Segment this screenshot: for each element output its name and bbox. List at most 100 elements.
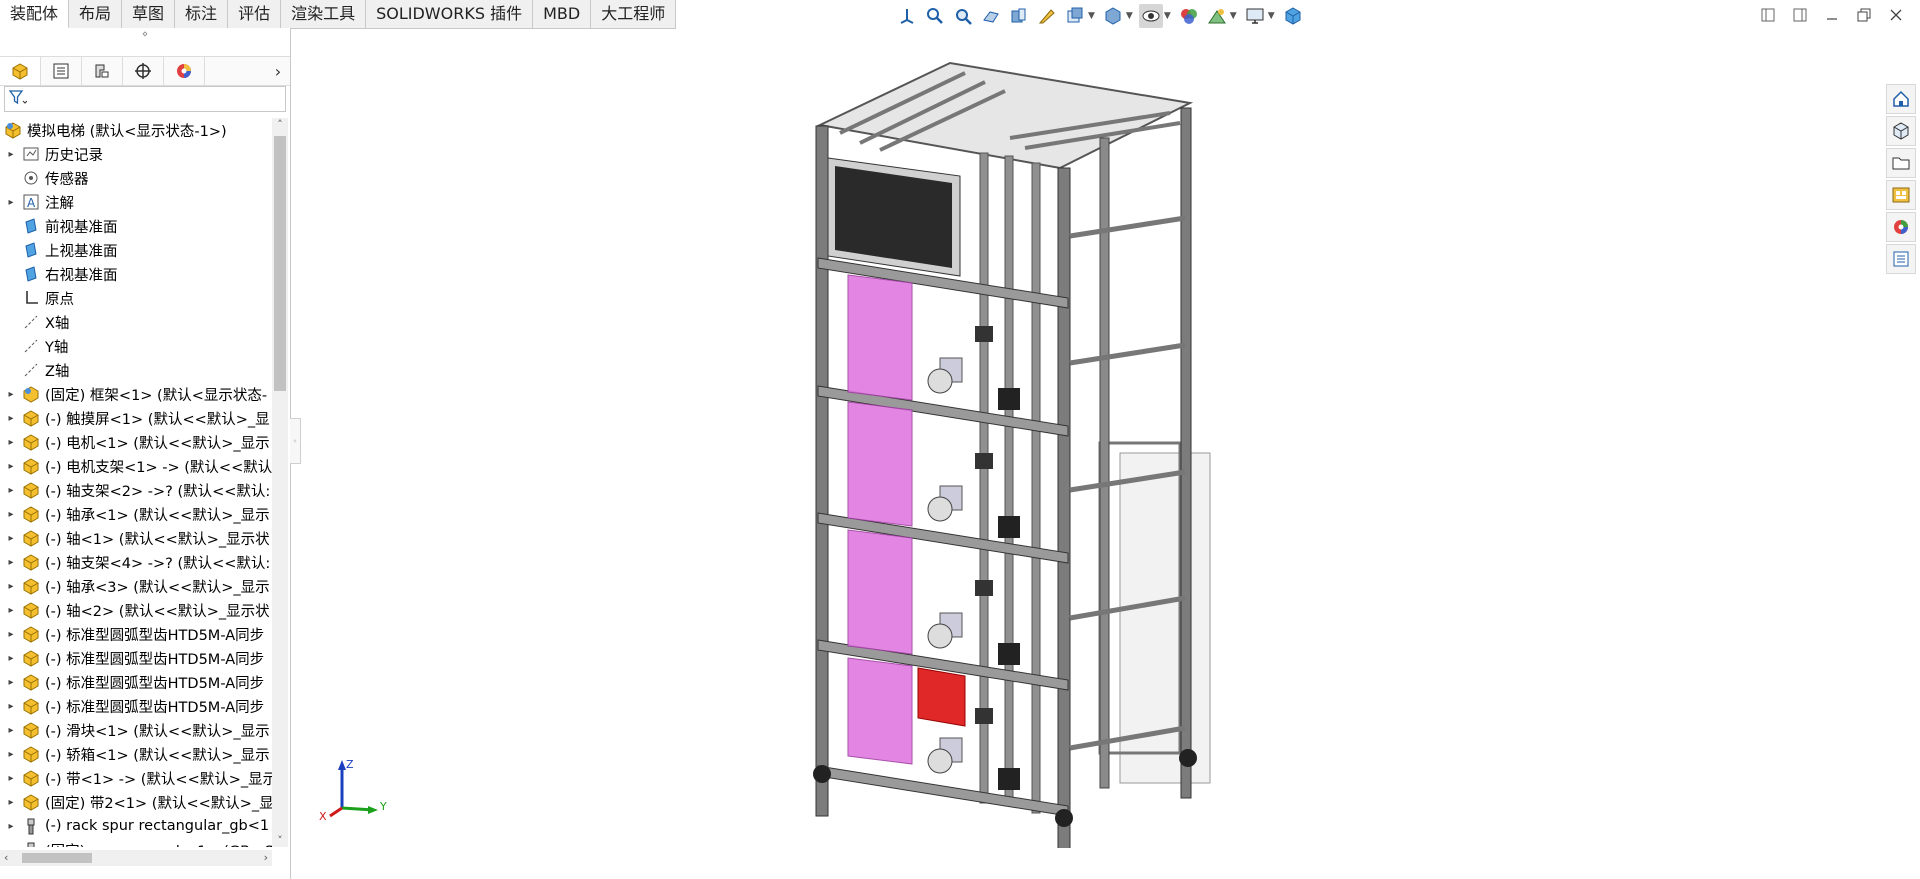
expand-arrow-icon[interactable]: ▸ [0,461,22,472]
chevron-down-icon[interactable]: ▼ [1268,11,1275,21]
apply-scene-icon[interactable] [1205,4,1229,28]
chevron-right-icon[interactable]: › [266,62,290,81]
design-library-icon[interactable] [1886,116,1916,146]
tree-horizontal-scrollbar[interactable]: ‹ › [0,850,272,866]
chevron-down-icon[interactable]: ▼ [1126,11,1133,21]
tree-item[interactable]: ▸ (-) 滑块<1> (默认<<默认>_显示 [0,718,272,742]
tab-engineer[interactable]: 大工程师 [591,0,677,28]
tree-item[interactable]: ▸ (-) 轴<2> (默认<<默认>_显示状 [0,598,272,622]
tree-item[interactable]: ▸ (-) 标准型圆弧型齿HTD5M-A同步 [0,670,272,694]
tree-item[interactable]: ▸ (-) 标准型圆弧型齿HTD5M-A同步 [0,694,272,718]
dimxpert-tab[interactable] [123,57,164,85]
expand-arrow-icon[interactable]: ▸ [0,509,22,520]
file-explorer-icon[interactable] [1886,148,1916,178]
expand-arrow-icon[interactable]: ▸ [0,149,22,160]
3d-view-icon[interactable] [1281,4,1305,28]
tree-item[interactable]: ▸ (-) 轴支架<4> ->? (默认<<默认: [0,550,272,574]
expand-arrow-icon[interactable]: ▸ [0,629,22,640]
tree-item[interactable]: ▸ (-) 触摸屏<1> (默认<<默认>_显 [0,406,272,430]
expand-arrow-icon[interactable]: ▸ [0,413,22,424]
tab-sketch[interactable]: 草图 [122,0,176,28]
tree-item[interactable]: Z轴 [0,358,272,382]
custom-properties-icon[interactable] [1886,244,1916,274]
expand-arrow-icon[interactable]: ▸ [0,749,22,760]
monitor-icon[interactable] [1243,4,1267,28]
expand-arrow-icon[interactable]: ▸ [0,389,22,400]
zoom-area-icon[interactable] [951,4,975,28]
tree-item[interactable]: X轴 [0,310,272,334]
zoom-to-fit-icon[interactable] [923,4,947,28]
chevron-down-icon[interactable]: ▼ [1088,11,1095,21]
tree-item[interactable]: ▸ (-) 标准型圆弧型齿HTD5M-A同步 [0,622,272,646]
tile-left-icon[interactable] [1758,4,1778,26]
close-icon[interactable] [1886,4,1906,26]
scroll-left-icon[interactable]: ‹ [4,850,8,866]
chevron-down-icon[interactable]: ▼ [1230,11,1237,21]
expand-arrow-icon[interactable]: ▸ [0,701,22,712]
expand-arrow-icon[interactable]: ▸ [0,197,22,208]
view-orient-axis-icon[interactable] [895,4,919,28]
scroll-right-icon[interactable]: › [264,850,268,866]
tree-item[interactable]: ▸ (-) 标准型圆弧型齿HTD5M-A同步 [0,646,272,670]
previous-view-icon[interactable] [979,4,1003,28]
tree-item[interactable]: ▸ (-) 轴支架<2> ->? (默认<<默认: [0,478,272,502]
hide-show-icon[interactable] [1138,4,1163,28]
display-manager-tab[interactable] [164,57,205,85]
appearances-icon[interactable] [1886,212,1916,242]
tree-item[interactable]: 模拟电梯 (默认<显示状态-1>) [0,118,272,142]
tree-item[interactable]: ▸ (固定) 框架<1> (默认<显示状态- [0,382,272,406]
tree-item[interactable]: ▸ (-) 电机<1> (默认<<默认>_显示 [0,430,272,454]
scroll-thumb[interactable] [274,136,286,391]
tab-mbd[interactable]: MBD [533,0,592,28]
tab-evaluate[interactable]: 评估 [228,0,282,28]
tree-item[interactable]: ▸ (-) 电机支架<1> -> (默认<<默认 [0,454,272,478]
tree-item[interactable]: ▸ (固定) 带2<1> (默认<<默认>_显 [0,790,272,814]
tree-item[interactable]: 传感器 [0,166,272,190]
section-view-icon[interactable] [1007,4,1031,28]
tree-item[interactable]: Y轴 [0,334,272,358]
tree-item[interactable]: ▸ A 注解 [0,190,272,214]
tree-item[interactable]: 上视基准面 [0,238,272,262]
expand-arrow-icon[interactable]: ▸ [0,725,22,736]
tree-item[interactable]: 原点 [0,286,272,310]
edit-appearance-icon[interactable] [1177,4,1201,28]
tree-item[interactable]: 右视基准面 [0,262,272,286]
tree-item[interactable]: ▸ 历史记录 [0,142,272,166]
scroll-up-icon[interactable]: ˄ [272,118,288,131]
chevron-down-icon[interactable]: ▼ [1164,11,1171,21]
expand-arrow-icon[interactable]: ▸ [0,821,22,832]
tab-render-tools[interactable]: 渲染工具 [281,0,367,28]
tree-item[interactable]: ▸ (-) 轴<1> (默认<<默认>_显示状 [0,526,272,550]
expand-arrow-icon[interactable]: ▸ [0,605,22,616]
tree-filter[interactable] [4,86,286,112]
view-orientation-icon[interactable] [1063,4,1087,28]
tree-item[interactable]: ▸ (固定) spur gear_gb<1> (GB - S [0,838,272,847]
tab-markup[interactable]: 标注 [175,0,229,28]
tree-item[interactable]: ▸ (-) 带<1> -> (默认<<默认>_显示 [0,766,272,790]
featuremanager-tab[interactable] [0,57,41,85]
configurationmanager-tab[interactable] [82,57,123,85]
expand-arrow-icon[interactable]: ▸ [0,533,22,544]
restore-icon[interactable] [1854,4,1874,26]
tree-vertical-scrollbar[interactable]: ˄ ˅ [272,118,288,847]
elevator-model-viewport[interactable] [800,58,1220,848]
expand-arrow-icon[interactable]: ▸ [0,677,22,688]
tile-right-icon[interactable] [1790,4,1810,26]
display-style-icon[interactable] [1101,4,1125,28]
expand-arrow-icon[interactable]: ▸ [0,653,22,664]
tree-item[interactable]: ▸ (-) 轴承<1> (默认<<默认>_显示 [0,502,272,526]
tree-item[interactable]: ▸ (-) 轴承<3> (默认<<默认>_显示 [0,574,272,598]
panel-collapse-handle[interactable]: ◦ [290,418,301,464]
tab-solidworks-addins[interactable]: SOLIDWORKS 插件 [366,0,534,28]
view-palette-icon[interactable] [1886,180,1916,210]
minimize-icon[interactable] [1822,4,1842,26]
expand-arrow-icon[interactable]: ▸ [0,557,22,568]
scroll-thumb[interactable] [22,853,92,863]
expand-arrow-icon[interactable]: ▸ [0,845,22,848]
home-icon[interactable] [1886,84,1916,114]
expand-arrow-icon[interactable]: ▸ [0,773,22,784]
expand-arrow-icon[interactable]: ▸ [0,437,22,448]
expand-arrow-icon[interactable]: ▸ [0,581,22,592]
tree-item[interactable]: ▸ (-) rack spur rectangular_gb<1 [0,814,272,838]
tab-layout[interactable]: 布局 [69,0,123,28]
